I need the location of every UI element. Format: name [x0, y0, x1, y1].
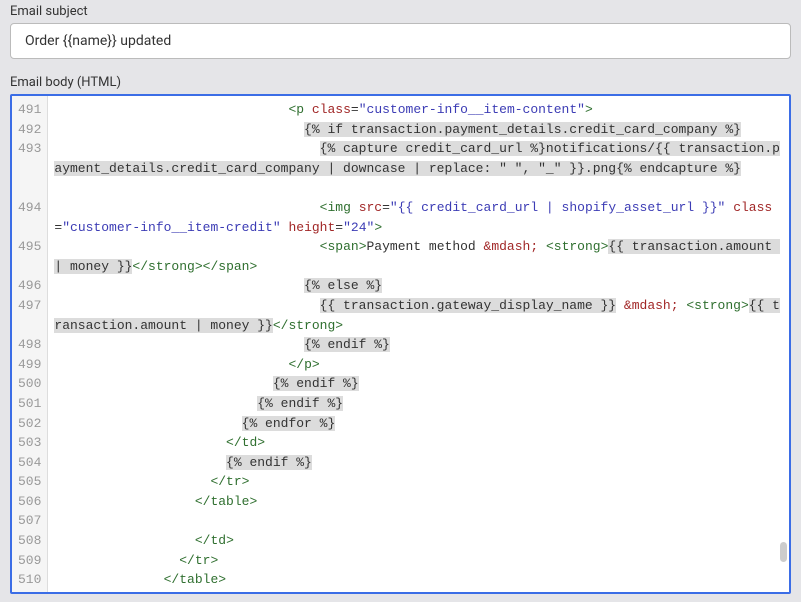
line-number: 511 [18, 590, 41, 594]
code-line[interactable]: {% if transaction.payment_details.credit… [54, 120, 783, 140]
code-line[interactable]: </table> [54, 492, 783, 512]
line-number: 494 [18, 198, 41, 218]
line-number: 510 [18, 570, 41, 590]
line-number: 508 [18, 531, 41, 551]
line-number: 506 [18, 492, 41, 512]
line-number: 493 [18, 139, 41, 159]
line-number: 497 [18, 296, 41, 316]
code-line[interactable]: </td> [54, 433, 783, 453]
email-subject-input-wrapper [10, 23, 791, 59]
code-line[interactable]: <span>Payment method &mdash; <strong>{{ … [54, 237, 783, 276]
code-editor[interactable]: 491492493 494 495 496497 498499500501502… [10, 94, 791, 594]
code-line[interactable]: </td> [54, 531, 783, 551]
email-subject-input[interactable] [23, 32, 778, 50]
line-number: 498 [18, 335, 41, 355]
line-number: 499 [18, 355, 41, 375]
code-content[interactable]: <p class="customer-info__item-content"> … [48, 96, 789, 592]
code-line[interactable]: <p class="customer-info__item-content"> [54, 100, 783, 120]
code-line[interactable]: {% endif %} [54, 453, 783, 473]
line-number: 503 [18, 433, 41, 453]
code-line[interactable]: {% capture credit_card_url %}notificatio… [54, 139, 783, 198]
code-line[interactable]: {{ transaction.gateway_display_name }} &… [54, 296, 783, 335]
email-body-label: Email body (HTML) [0, 71, 801, 94]
line-number: 504 [18, 453, 41, 473]
line-number: 502 [18, 414, 41, 434]
code-line[interactable]: <img src="{{ credit_card_url | shopify_a… [54, 198, 783, 237]
line-number: 492 [18, 120, 41, 140]
code-line[interactable]: </p> [54, 355, 783, 375]
line-number: 500 [18, 374, 41, 394]
code-line[interactable]: {% endif %} [54, 374, 783, 394]
code-line[interactable]: </center> [54, 590, 783, 592]
code-line[interactable]: {% endif %} [54, 394, 783, 414]
scrollbar-thumb[interactable] [780, 542, 787, 562]
code-line[interactable]: </tr> [54, 472, 783, 492]
line-number: 491 [18, 100, 41, 120]
code-line[interactable] [54, 511, 783, 531]
code-line[interactable]: {% endfor %} [54, 414, 783, 434]
line-number: 496 [18, 276, 41, 296]
line-number: 507 [18, 511, 41, 531]
line-number: 505 [18, 472, 41, 492]
code-line[interactable]: {% else %} [54, 276, 783, 296]
line-number-gutter: 491492493 494 495 496497 498499500501502… [12, 96, 48, 592]
code-line[interactable]: </tr> [54, 551, 783, 571]
line-number: 495 [18, 237, 41, 257]
email-subject-label: Email subject [0, 0, 801, 23]
code-line[interactable]: </table> [54, 570, 783, 590]
code-line[interactable]: {% endif %} [54, 335, 783, 355]
line-number: 509 [18, 551, 41, 571]
line-number: 501 [18, 394, 41, 414]
